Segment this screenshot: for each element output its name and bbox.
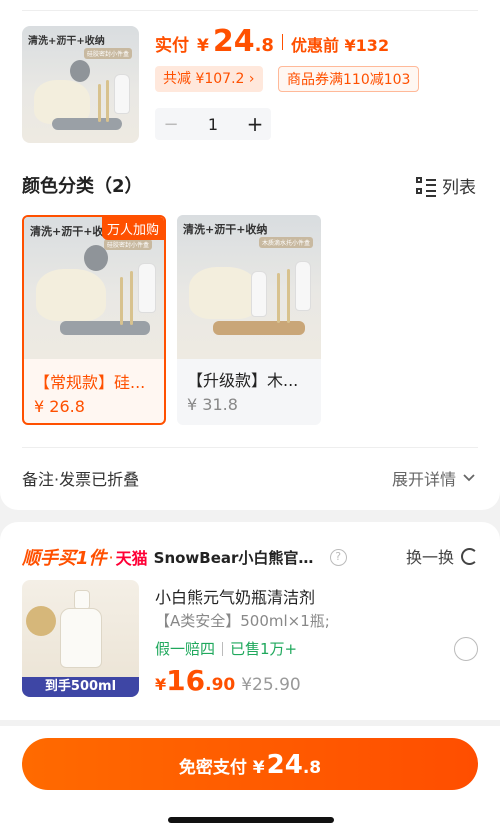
thumb-board xyxy=(189,267,259,319)
list-label: 列表 xyxy=(442,178,476,198)
add-on-thumbnail[interactable]: 到手500ml xyxy=(22,580,139,697)
discount-tag[interactable]: 共减 ¥107.2 › xyxy=(155,66,263,92)
before-price: 优惠前 ¥132 xyxy=(290,36,390,55)
product-thumbnail[interactable]: 清洗+沥干+收纳 硅胶密封小件盒 xyxy=(22,26,139,143)
pay-bar: 免密支付 ¥ 24 .8 xyxy=(0,726,500,835)
header-dot: · xyxy=(108,547,114,567)
variant-pill: 木质滴水托小件盒 xyxy=(259,237,314,248)
order-card: 清洗+沥干+收纳 硅胶密封小件盒 实付 ¥ 24 .8 优惠前 ¥132 共减 … xyxy=(0,0,500,510)
thumb-rod xyxy=(277,273,280,323)
thumb-strip: 到手500ml xyxy=(22,677,139,697)
thumb-banner: 清洗+沥干+收纳 xyxy=(28,36,105,47)
add-on-card: 顺手买1件 · 天猫 SnowBear小白熊官方... ? 换一换 到手500m… xyxy=(0,522,500,720)
thumb-bottle xyxy=(251,271,267,317)
increment-button[interactable]: + xyxy=(239,112,271,136)
chevron-down-icon xyxy=(463,474,475,482)
thumb-brush xyxy=(70,60,90,82)
variant-name: 【升级款】木... xyxy=(187,371,299,390)
brand-badge xyxy=(26,606,56,636)
thumb-tray xyxy=(52,118,122,130)
price-int: 16 xyxy=(166,664,206,697)
pay-button[interactable]: 免密支付 ¥ 24 .8 xyxy=(22,738,478,790)
add-on-tags: 假一赔四 已售1万+ xyxy=(155,638,297,659)
thumb-brush xyxy=(84,245,108,271)
quantity-value[interactable]: 1 xyxy=(187,115,239,134)
thumb-rod xyxy=(120,277,123,325)
original-price: ¥25.90 xyxy=(241,675,301,695)
thumb-rod xyxy=(130,271,133,325)
tag-separator xyxy=(222,641,224,656)
variant-banner: 清洗+沥干+收纳 xyxy=(183,223,268,236)
store-name[interactable]: SnowBear小白熊官方... xyxy=(154,547,324,568)
refresh-icon xyxy=(461,547,478,565)
thumb-tray xyxy=(213,321,305,335)
list-view-toggle[interactable]: 列表 xyxy=(416,173,476,198)
pay-label: 免密支付 ¥ xyxy=(178,758,265,778)
sold-count: 已售1万+ xyxy=(230,640,298,658)
variant-pill: 硅胶密封小件盒 xyxy=(104,239,153,250)
paid-price: 实付 ¥ 24 .8 优惠前 ¥132 xyxy=(155,24,389,59)
help-icon[interactable]: ? xyxy=(329,548,347,566)
top-divider xyxy=(22,10,478,11)
swap-label: 换一换 xyxy=(405,548,454,567)
add-on-header: 顺手买1件 · 天猫 SnowBear小白熊官方... ? xyxy=(22,544,347,570)
variant-thumbnail: 清洗+沥干+收纳 木质滴水托小件盒 xyxy=(177,215,321,359)
price-yen: ¥ xyxy=(155,675,167,694)
paid-int: 24 xyxy=(212,24,255,59)
thumb-rod xyxy=(106,80,109,122)
variant-name: 【常规款】硅... xyxy=(34,373,146,392)
variant-price: ¥ 31.8 xyxy=(187,395,238,414)
coupon-tag: 商品券满110减103 xyxy=(278,66,420,92)
price-dec: .90 xyxy=(205,675,236,695)
note-invoice-label: 备注·发票已折叠 xyxy=(22,470,140,489)
variant-option-upgraded[interactable]: 清洗+沥干+收纳 木质滴水托小件盒 【升级款】木... ¥ 31.8 xyxy=(177,215,321,425)
section-divider xyxy=(22,447,478,448)
thumb-bottle xyxy=(138,263,156,313)
paid-label: 实付 xyxy=(155,36,189,56)
variant-option-standard[interactable]: 清洗+沥干+收纳 硅胶密封小件盒 万人加购 【常规款】硅... ¥ 26.8 xyxy=(22,215,166,425)
hot-badge: 万人加购 xyxy=(101,217,164,240)
paid-dec: .8 xyxy=(254,35,274,56)
decrement-button[interactable]: − xyxy=(155,114,187,135)
thumb-bottle xyxy=(295,261,311,311)
swap-button[interactable]: 换一换 xyxy=(406,544,478,568)
variant-section-title: 颜色分类（2） xyxy=(22,176,143,197)
thumb-bottle xyxy=(114,74,130,114)
cleaner-bottle xyxy=(60,608,102,668)
thumb-rod xyxy=(287,269,290,323)
add-on-spec: 【A类安全】500ml×1瓶; xyxy=(155,612,330,630)
expand-details-button[interactable]: 展开详情 xyxy=(392,466,476,490)
thumb-tray xyxy=(60,321,150,335)
pay-dec: .8 xyxy=(302,758,322,778)
pump-head xyxy=(74,590,90,610)
add-on-select-radio[interactable] xyxy=(454,637,478,661)
thumb-pill: 硅胶密封小件盒 xyxy=(84,48,133,59)
pay-int: 24 xyxy=(266,750,303,780)
guarantee-tag: 假一赔四 xyxy=(155,640,216,658)
add-on-price: ¥ 16 .90 ¥25.90 xyxy=(155,664,301,697)
tmall-logo: 天猫 xyxy=(115,549,148,568)
price-separator xyxy=(281,33,283,50)
quantity-stepper: − 1 + xyxy=(155,108,271,140)
thumb-rod xyxy=(98,84,101,122)
thumb-board xyxy=(36,269,106,321)
paid-yen: ¥ xyxy=(197,36,209,56)
home-indicator xyxy=(168,817,334,823)
expand-label: 展开详情 xyxy=(391,470,456,489)
variant-price: ¥ 26.8 xyxy=(34,397,85,416)
list-icon xyxy=(416,176,436,197)
add-on-title-text[interactable]: 小白熊元气奶瓶清洁剂 xyxy=(155,584,315,608)
add-on-title: 顺手买1件 xyxy=(22,548,107,569)
